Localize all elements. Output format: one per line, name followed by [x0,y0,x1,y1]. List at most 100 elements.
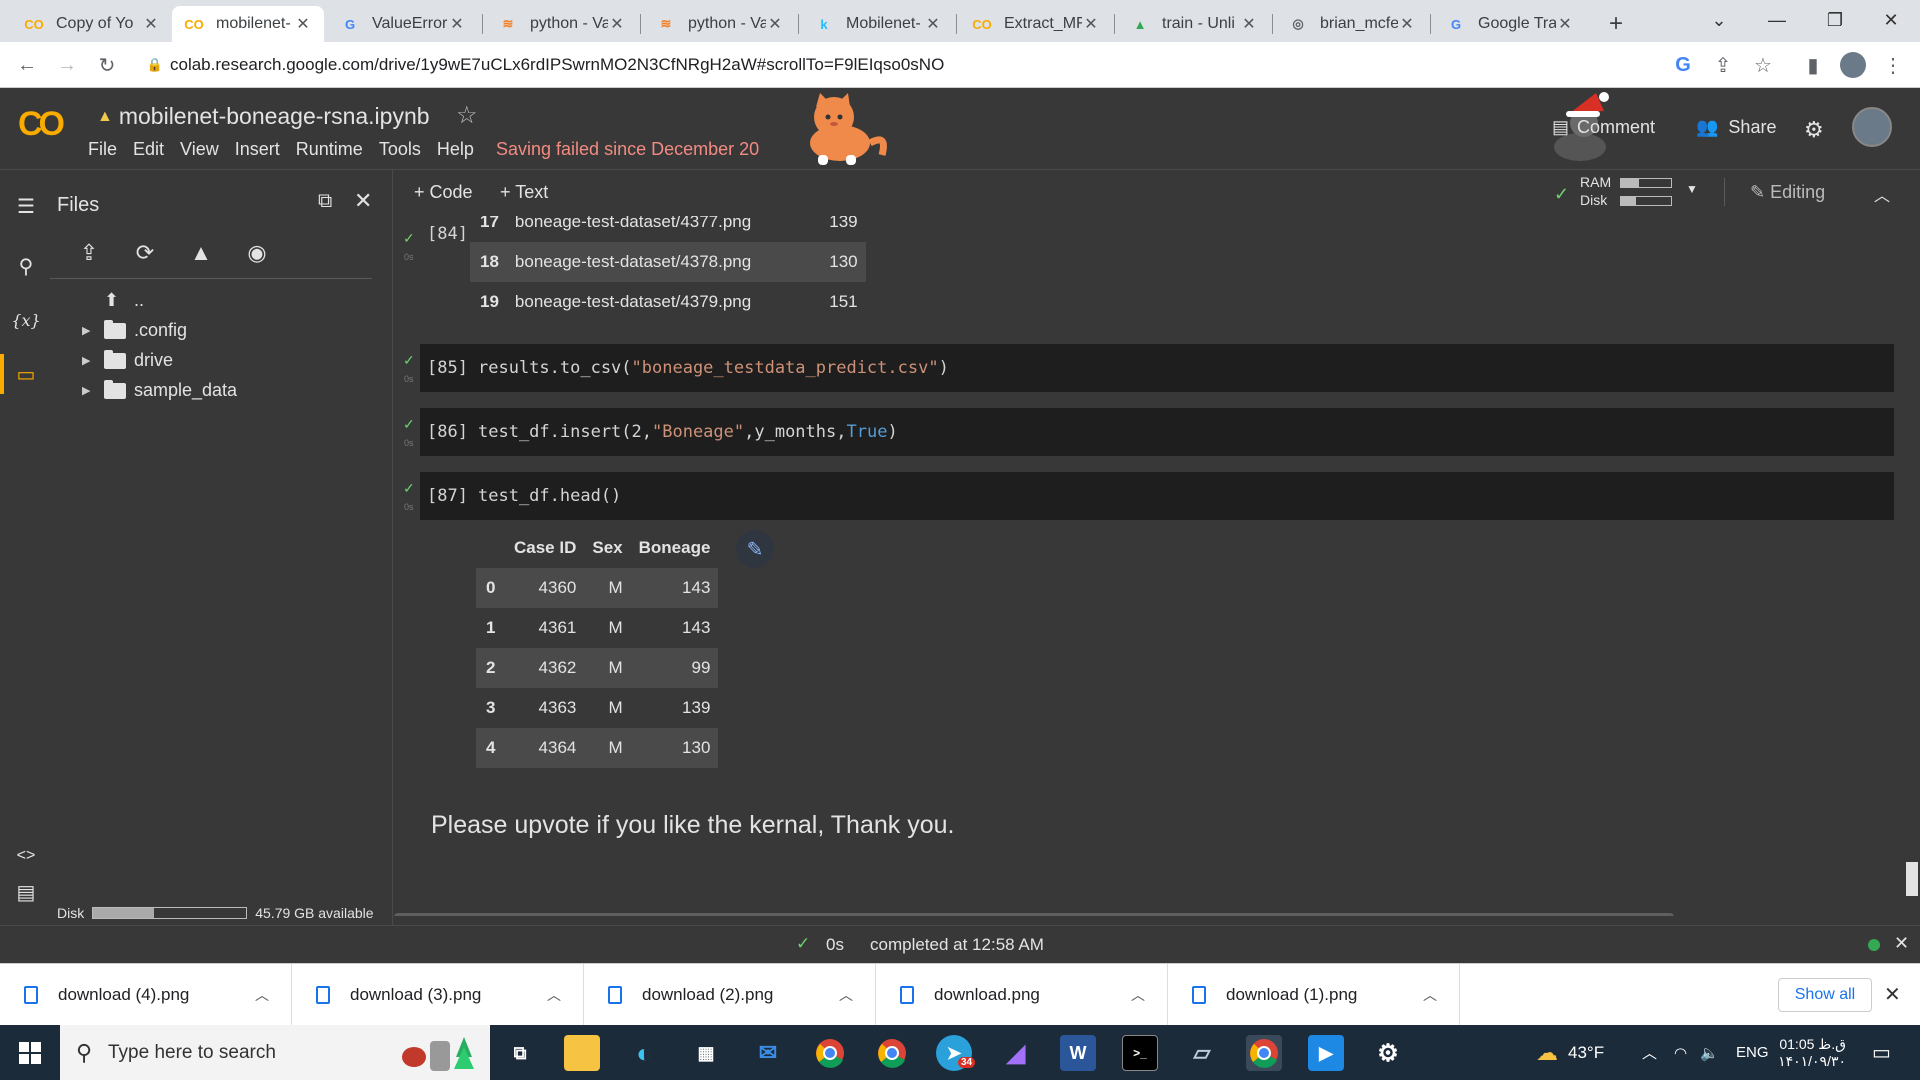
clock[interactable]: 01:05 ق.ظ ۱۴۰۱/۰۹/۳۰ [1776,1025,1846,1080]
google-lens-icon[interactable]: G [1668,50,1698,80]
close-tab-icon[interactable]: ✕ [608,14,626,34]
forward-icon[interactable]: → [52,50,82,80]
side-panel-icon[interactable]: ▮ [1798,50,1828,80]
close-tab-icon[interactable]: ✕ [924,14,942,34]
tree-item-sample-data[interactable]: ▶ sample_data [82,379,237,401]
close-window-icon[interactable]: ✕ [1862,0,1920,40]
video-player-icon[interactable]: ▶ [1308,1035,1344,1071]
chevron-up-icon[interactable]: ︿ [1131,985,1145,1005]
edge-icon[interactable]: ◐ [626,1035,662,1071]
restore-icon[interactable]: ❐ [1806,0,1864,40]
url-bar[interactable]: 🔒 colab.research.google.com/drive/1y9wE7… [140,48,1760,82]
horizontal-scrollbar[interactable] [394,913,1674,916]
browser-tab[interactable]: G ValueError: ✕ [328,6,478,42]
new-tab-button[interactable]: + [1596,6,1636,42]
resources-indicator[interactable]: ✓ RAM Disk ▼ [1554,174,1714,210]
download-item[interactable]: download (3).png ︿ [292,964,584,1026]
close-downloads-icon[interactable]: ✕ [1884,982,1901,1007]
browser-tab[interactable]: ▲ train - Unli ✕ [1118,6,1270,42]
close-tab-icon[interactable]: ✕ [448,14,466,34]
colab-logo[interactable]: CO [18,105,65,144]
chrome-active-icon[interactable] [1246,1035,1282,1071]
share-button[interactable]: 👥 Share [1696,117,1776,138]
open-in-tab-icon[interactable]: ⧉ [318,190,332,213]
volume-icon[interactable]: 🔈 [1700,1025,1719,1080]
tree-item-parent[interactable]: ⬆ .. [82,290,144,311]
minimize-icon[interactable]: — [1748,0,1806,40]
add-code-button[interactable]: + Code [414,182,473,203]
chevron-up-icon[interactable]: ︿ [547,985,561,1005]
menu-insert[interactable]: Insert [235,139,280,160]
menu-runtime[interactable]: Runtime [296,139,363,160]
code-editor[interactable]: [86] test_df.insert(2, "Boneage" ,y_month… [420,408,1894,456]
tray-chevron-icon[interactable]: ︿ [1642,1025,1657,1080]
close-tab-icon[interactable]: ✕ [294,14,312,34]
menu-file[interactable]: File [88,139,117,160]
wifi-icon[interactable]: ◠ [1674,1025,1687,1080]
notepad-icon[interactable]: ▱ [1184,1035,1220,1071]
account-avatar[interactable] [1852,107,1892,147]
terminal-icon[interactable]: ▤ [12,878,40,906]
browser-tab[interactable]: ≋ python - Va ✕ [486,6,638,42]
chevron-up-icon[interactable]: ︿ [1423,985,1437,1005]
terminal-app-icon[interactable]: >_ [1122,1035,1158,1071]
download-item[interactable]: download (2).png ︿ [584,964,876,1026]
code-editor[interactable]: [87] test_df.head() [420,472,1894,520]
variables-icon[interactable]: {x} [11,306,40,334]
download-item[interactable]: download (4).png ︿ [0,964,292,1026]
notebook-title[interactable]: ▲ mobilenet-boneage-rsna.ipynb [97,103,430,130]
download-item[interactable]: download (1).png ︿ [1168,964,1460,1026]
expand-arrow-icon[interactable]: ▶ [82,324,104,337]
weather-widget[interactable]: ☁ 43°F [1536,1025,1604,1080]
refresh-folder-icon[interactable]: ⟳ [130,238,160,268]
menu-tools[interactable]: Tools [379,139,421,160]
editing-mode-button[interactable]: ✎ Editing [1750,182,1825,203]
collapse-header-icon[interactable]: ︿ [1874,182,1890,206]
input-language[interactable]: ENG [1736,1025,1769,1080]
settings-gear-icon[interactable]: ⚙ [1370,1035,1406,1071]
add-text-button[interactable]: + Text [500,182,548,203]
mount-drive-icon[interactable]: ▲ [186,238,216,268]
chrome-icon[interactable] [812,1035,848,1071]
store-icon[interactable]: ▦ [688,1035,724,1071]
close-tab-icon[interactable]: ✕ [1082,14,1100,34]
download-item[interactable]: download.png ︿ [876,964,1168,1026]
file-explorer-icon[interactable] [564,1035,600,1071]
close-status-icon[interactable]: ✕ [1894,933,1909,954]
close-tab-icon[interactable]: ✕ [1556,14,1574,34]
tab-search-icon[interactable]: ⌄ [1690,0,1748,40]
expand-arrow-icon[interactable]: ▶ [82,354,104,367]
close-tab-icon[interactable]: ✕ [1398,14,1416,34]
chrome-profile-icon[interactable] [874,1035,910,1071]
magic-wand-icon[interactable]: ✎ [736,530,774,568]
browser-tab[interactable]: ≋ python - Va ✕ [644,6,796,42]
comment-button[interactable]: ▤ Comment [1552,117,1655,138]
show-hidden-eye-icon[interactable]: ◉ [242,238,272,268]
telegram-icon[interactable]: ➤ 34 [936,1035,976,1071]
dropdown-caret-icon[interactable]: ▼ [1686,182,1698,196]
close-panel-icon[interactable]: ✕ [354,188,372,214]
browser-tab[interactable]: ◎ brian_mcfe ✕ [1276,6,1428,42]
back-icon[interactable]: ← [12,50,42,80]
text-cell[interactable]: Please upvote if you like the kernal, Th… [431,811,954,840]
notifications-icon[interactable]: ▭ [1872,1025,1891,1080]
menu-edit[interactable]: Edit [133,139,164,160]
browser-menu-icon[interactable]: ⋮ [1878,50,1908,80]
save-status[interactable]: Saving failed since December 20 [496,139,759,160]
expand-arrow-icon[interactable]: ▶ [82,384,104,397]
word-icon[interactable]: W [1060,1035,1096,1071]
show-all-button[interactable]: Show all [1778,978,1872,1012]
code-cell[interactable]: ✓ 0s [86] test_df.insert(2, "Boneage" ,y_… [403,408,1894,456]
menu-help[interactable]: Help [437,139,474,160]
browser-tab-active[interactable]: CO mobilenet- ✕ [172,6,324,42]
upload-file-icon[interactable]: ⇪ [74,238,104,268]
close-tab-icon[interactable]: ✕ [1240,14,1258,34]
browser-tab[interactable]: CO Copy of Yo ✕ [12,6,172,42]
code-editor[interactable]: [85] results.to_csv("boneage_testdata_pr… [420,344,1894,392]
folder-icon[interactable]: ▭ [12,360,40,388]
vertical-scrollbar-thumb[interactable] [1906,862,1918,896]
code-cell[interactable]: ✓ 0s [84] 17 boneage-test-dataset/4377.pn… [403,216,1894,311]
chevron-up-icon[interactable]: ︿ [255,985,269,1005]
mail-icon[interactable]: ✉ [750,1035,786,1071]
tree-item-drive[interactable]: ▶ drive [82,349,173,371]
